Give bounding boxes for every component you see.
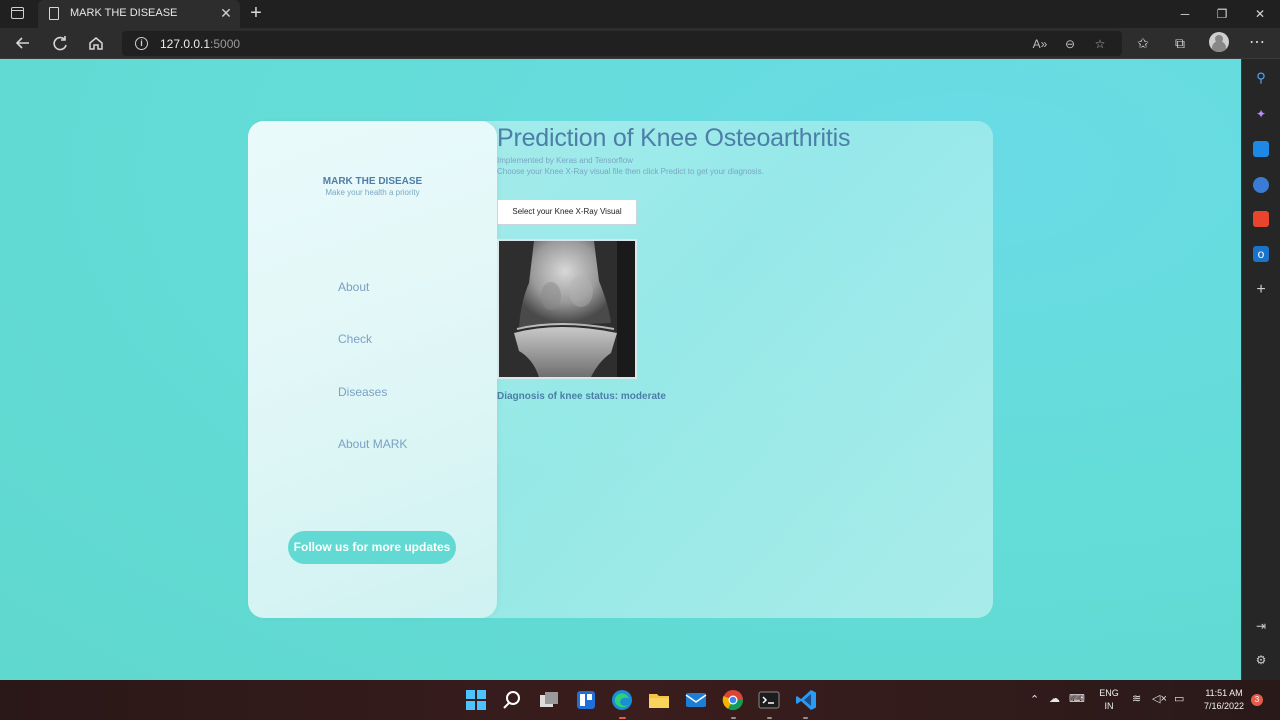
tools-icon[interactable] <box>1253 177 1269 193</box>
nav-item-about[interactable]: About <box>338 280 369 294</box>
task-view-icon[interactable] <box>537 688 561 712</box>
windows-taskbar: ⌃ ☁ ⌨ ENG IN ≋ ◁× ▭ 11:51 AM 7/16/2022 <box>0 680 1280 720</box>
follow-button[interactable]: Follow us for more updates <box>288 531 456 564</box>
speaker-muted-icon[interactable]: ◁× <box>1152 692 1167 706</box>
nav-item-diseases[interactable]: Diseases <box>338 385 387 399</box>
keyboard-icon[interactable]: ⌨ <box>1069 692 1085 706</box>
profile-avatar[interactable] <box>1209 32 1229 52</box>
edge-sidebar: ⚲ ✦ o + ⇥ ⚙ <box>1241 59 1280 680</box>
clock-date[interactable]: 7/16/2022 <box>1196 701 1252 711</box>
settings-icon[interactable]: ⚙ <box>1253 652 1269 668</box>
clock-time[interactable]: 11:51 AM <box>1196 688 1252 698</box>
new-tab-button[interactable]: + <box>246 3 266 23</box>
office-icon[interactable] <box>1253 211 1269 227</box>
notification-badge[interactable]: 3 <box>1251 694 1263 706</box>
running-indicator <box>803 717 808 719</box>
mail-icon[interactable] <box>684 688 708 712</box>
shopping-icon[interactable] <box>1253 141 1269 157</box>
start-icon[interactable] <box>464 688 488 712</box>
refresh-button[interactable] <box>49 32 71 54</box>
tab-title: MARK THE DISEASE <box>70 7 178 19</box>
read-aloud-icon[interactable]: A» <box>1030 34 1050 54</box>
close-window-button[interactable]: ✕ <box>1250 4 1270 24</box>
terminal-icon[interactable] <box>757 688 781 712</box>
page-title: Prediction of Knee Osteoarthritis <box>497 124 851 152</box>
outlook-icon[interactable]: o <box>1253 246 1269 262</box>
address-bar[interactable]: i 127.0.0.1:5000 A» ⊖ ☆ <box>122 31 1122 56</box>
browser-toolbar: i 127.0.0.1:5000 A» ⊖ ☆ ✩ ⧉ ⋯ <box>0 28 1280 59</box>
back-button[interactable] <box>12 32 34 54</box>
browser-tabstrip: MARK THE DISEASE ✕ + ─ ❐ ✕ <box>0 0 1280 28</box>
file-explorer-icon[interactable] <box>647 688 671 712</box>
hide-sidebar-icon[interactable]: ⇥ <box>1253 618 1269 634</box>
active-indicator <box>619 717 626 719</box>
restore-button[interactable]: ❐ <box>1212 4 1232 24</box>
cloud-offline-icon[interactable]: ☁ <box>1049 692 1060 706</box>
page-icon <box>49 7 59 20</box>
chrome-icon[interactable] <box>721 688 745 712</box>
close-tab-icon[interactable]: ✕ <box>218 5 234 21</box>
diagnosis-result: Diagnosis of knee status: moderate <box>497 391 666 402</box>
subtitle-instructions: Choose your Knee X-Ray visual file then … <box>497 167 764 176</box>
tab-actions-icon[interactable] <box>11 7 24 19</box>
nav-item-check[interactable]: Check <box>338 332 372 346</box>
brand-name: MARK THE DISEASE <box>322 176 423 187</box>
home-button[interactable] <box>85 32 107 54</box>
brand-tagline: Make your health a priority <box>325 188 420 197</box>
add-icon[interactable]: + <box>1253 282 1269 298</box>
language-region[interactable]: IN <box>1097 701 1121 711</box>
chevron-up-icon[interactable]: ⌃ <box>1030 693 1039 707</box>
minimize-button[interactable]: ─ <box>1175 4 1195 24</box>
file-select-button[interactable]: Select your Knee X-Ray Visual <box>497 199 637 225</box>
edge-app-icon[interactable] <box>610 688 634 712</box>
search-icon[interactable]: ⚲ <box>1253 70 1269 86</box>
site-info-icon[interactable]: i <box>135 37 148 50</box>
app-sidebar: MARK THE DISEASE Make your health a prio… <box>248 121 497 618</box>
search-icon[interactable] <box>500 688 524 712</box>
vscode-icon[interactable] <box>794 688 818 712</box>
browser-tab[interactable]: MARK THE DISEASE ✕ <box>38 0 240 28</box>
url-text[interactable]: 127.0.0.1:5000 <box>160 37 240 51</box>
wifi-icon[interactable]: ≋ <box>1132 692 1141 706</box>
xray-image <box>497 239 637 379</box>
subtitle-framework: Implemented by Keras and Tensorflow <box>497 156 633 165</box>
nav-item-about-mark[interactable]: About MARK <box>338 437 407 451</box>
collections-icon[interactable]: ⧉ <box>1169 32 1191 54</box>
battery-icon[interactable]: ▭ <box>1174 692 1184 706</box>
discover-icon[interactable]: ✦ <box>1253 106 1269 122</box>
add-favorite-icon[interactable]: ☆ <box>1090 34 1110 54</box>
more-menu-icon[interactable]: ⋯ <box>1246 32 1268 54</box>
language-code[interactable]: ENG <box>1097 688 1121 698</box>
favorites-icon[interactable]: ✩ <box>1132 32 1154 54</box>
running-indicator <box>731 717 736 719</box>
zoom-icon[interactable]: ⊖ <box>1060 34 1080 54</box>
running-indicator <box>767 717 772 719</box>
widgets-icon[interactable] <box>574 688 598 712</box>
